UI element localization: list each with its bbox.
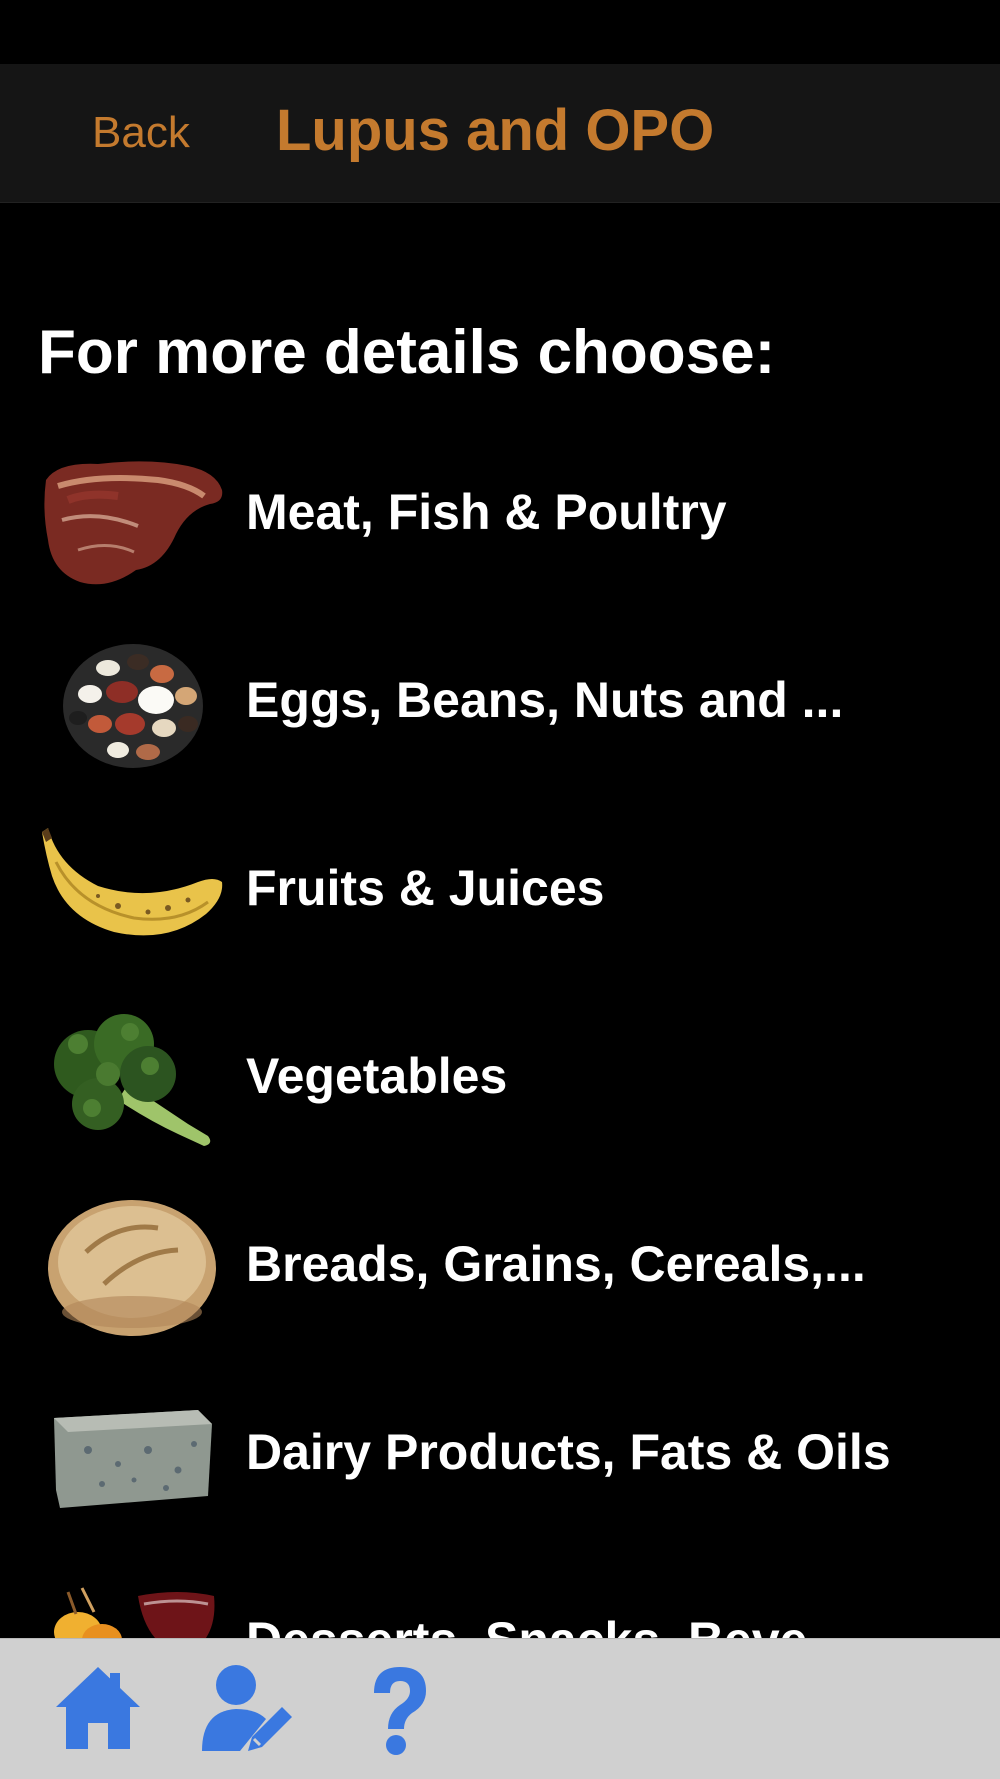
tab-bar — [0, 1638, 1000, 1779]
broccoli-icon — [38, 1004, 228, 1154]
category-label: Meat, Fish & Poultry — [246, 484, 727, 540]
category-label: Breads, Grains, Cereals,... — [246, 1236, 866, 1292]
banana-icon — [38, 816, 228, 966]
category-label: Eggs, Beans, Nuts and ... — [246, 672, 844, 728]
category-item-fruits-juices[interactable]: Fruits & Juices — [0, 796, 1000, 984]
category-item-desserts-snacks[interactable]: Desserts, Snacks, Beve... — [0, 1548, 1000, 1638]
home-icon[interactable] — [48, 1659, 148, 1759]
category-item-eggs-beans-nuts[interactable]: Eggs, Beans, Nuts and ... — [0, 608, 1000, 796]
status-bar — [0, 0, 1000, 64]
edit-user-icon[interactable] — [196, 1659, 296, 1759]
dessert-wine-icon — [38, 1568, 228, 1638]
help-icon[interactable] — [348, 1659, 448, 1759]
back-button[interactable]: Back — [92, 108, 190, 158]
category-label: Desserts, Snacks, Beve... — [246, 1610, 849, 1638]
category-label: Dairy Products, Fats & Oils — [246, 1424, 891, 1480]
category-item-breads-grains[interactable]: Breads, Grains, Cereals,... — [0, 1172, 1000, 1360]
beans-icon — [38, 628, 228, 778]
cheese-icon — [38, 1380, 228, 1530]
page-title: Lupus and OPO — [276, 98, 715, 163]
navigation-bar: Back Lupus and OPO — [0, 64, 1000, 203]
section-heading: For more details choose: — [38, 318, 776, 387]
category-list[interactable]: Meat, Fish & Poultry Eggs, Beans, Nuts a… — [0, 420, 1000, 1638]
category-item-dairy-fats-oils[interactable]: Dairy Products, Fats & Oils — [0, 1360, 1000, 1548]
category-label: Vegetables — [246, 1048, 508, 1104]
category-item-meat[interactable]: Meat, Fish & Poultry — [0, 420, 1000, 608]
category-item-vegetables[interactable]: Vegetables — [0, 984, 1000, 1172]
steak-icon — [38, 440, 228, 590]
bread-icon — [38, 1192, 228, 1342]
category-label: Fruits & Juices — [246, 860, 605, 916]
